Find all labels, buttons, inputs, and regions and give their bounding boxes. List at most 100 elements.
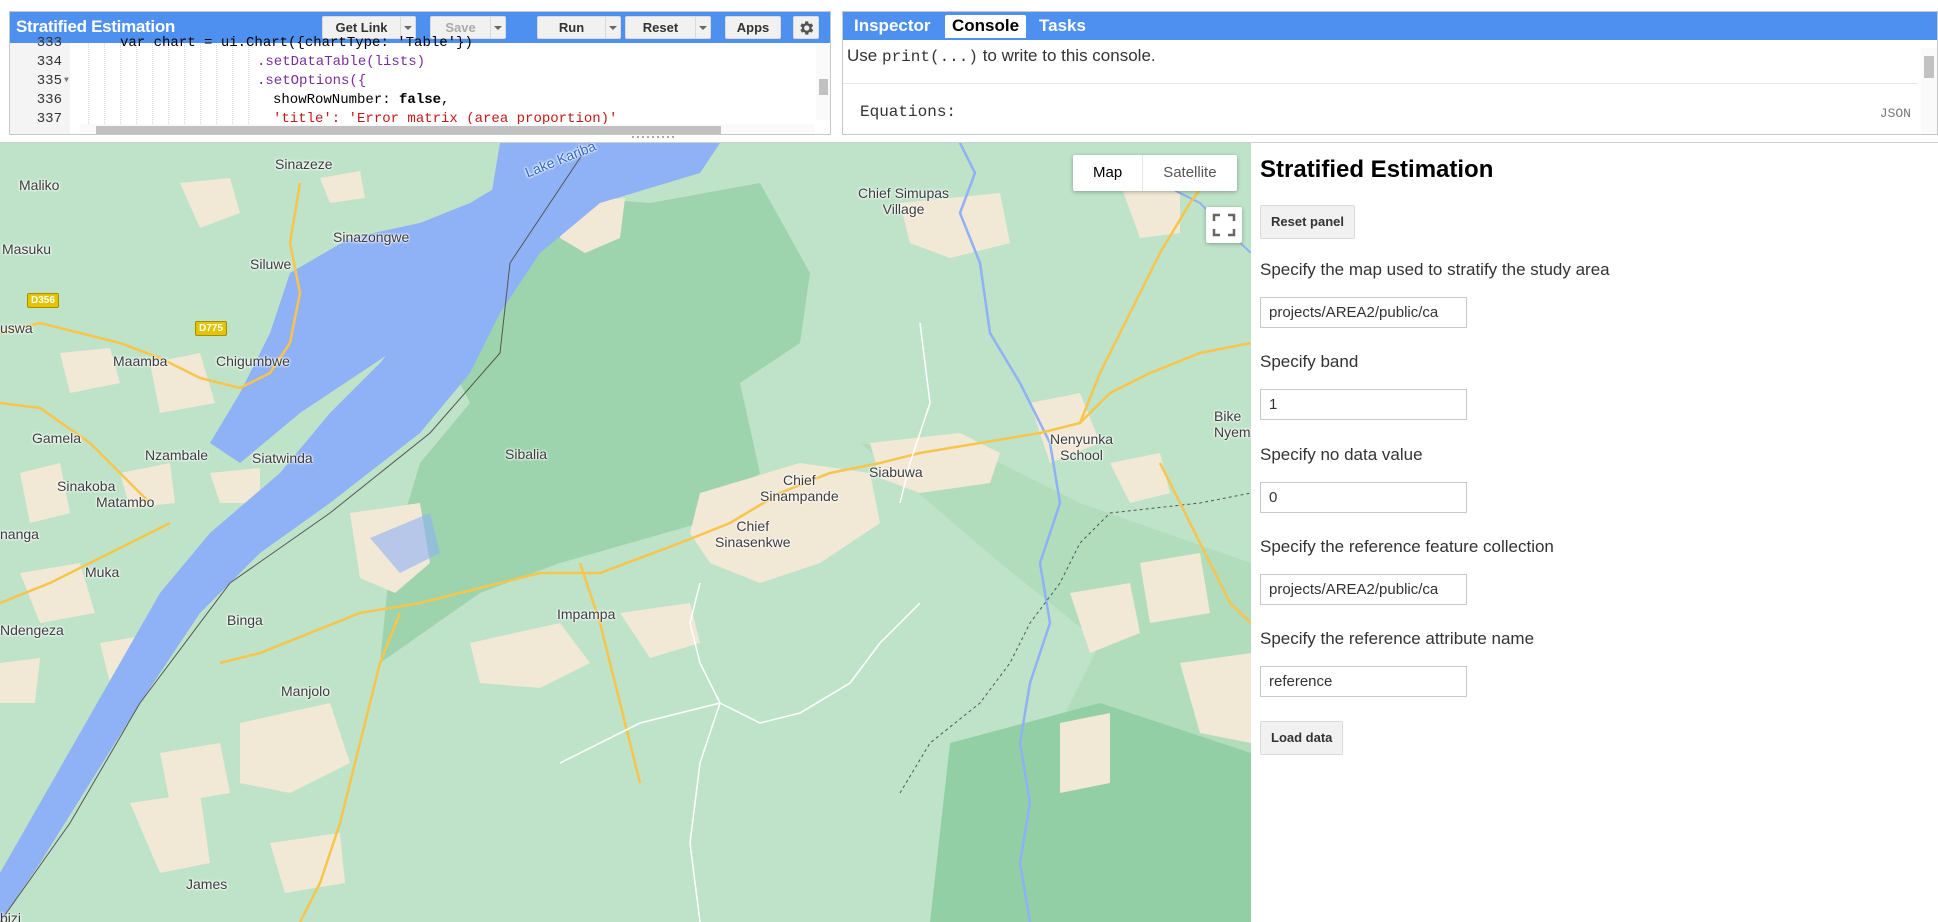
map-label: Siatwinda bbox=[252, 450, 313, 466]
map-label: Gamela bbox=[32, 430, 82, 446]
map-label-line: Village bbox=[882, 201, 925, 217]
indent-guide bbox=[120, 43, 121, 134]
map-label: nanga bbox=[0, 526, 39, 542]
code-line: .setDataTable(lists) bbox=[257, 54, 426, 70]
line-number: 333 bbox=[36, 35, 62, 51]
reset-panel-button[interactable]: Reset panel bbox=[1260, 205, 1355, 239]
save-label: Save bbox=[445, 20, 476, 35]
indent-guide bbox=[184, 43, 185, 134]
fullscreen-button[interactable] bbox=[1206, 207, 1242, 243]
map-label-multiline: Chief Sinasenkwe bbox=[715, 518, 791, 550]
save-dropdown-icon[interactable] bbox=[490, 17, 505, 38]
map-label: Siluwe bbox=[250, 256, 292, 272]
scrollbar-thumb[interactable] bbox=[96, 126, 721, 134]
tab-inspector[interactable]: Inspector bbox=[847, 15, 938, 38]
run-dropdown-icon[interactable] bbox=[605, 17, 620, 38]
load-data-button[interactable]: Load data bbox=[1260, 721, 1344, 755]
map-label-line: Chief bbox=[782, 472, 816, 488]
indent-guide bbox=[216, 43, 217, 134]
code-editor-panel: Stratified Estimation Get Link Save Run … bbox=[9, 11, 831, 135]
reset-button[interactable]: Reset bbox=[625, 16, 711, 39]
map-label: Matambo bbox=[96, 494, 155, 510]
map-label: Masuku bbox=[2, 241, 52, 257]
map-label-line: Sinasenkwe bbox=[715, 534, 791, 550]
console-scrollbar[interactable] bbox=[1921, 48, 1937, 134]
apps-button[interactable]: Apps bbox=[725, 16, 781, 39]
console-help-text: Use print(...) to write to this console. bbox=[847, 46, 1156, 66]
line-number: 336 bbox=[36, 92, 62, 108]
code-line: var chart = ui.Chart({chartType: 'Table'… bbox=[120, 35, 473, 51]
indent-guide bbox=[200, 43, 201, 134]
nodata-field-label: Specify no data value bbox=[1260, 445, 1423, 464]
map-label-multiline: Nenyunka School bbox=[1050, 431, 1113, 463]
map-label: Manjolo bbox=[281, 683, 331, 699]
reference-fc-field-label: Specify the reference feature collection bbox=[1260, 537, 1554, 556]
map-field-label: Specify the map used to stratify the stu… bbox=[1260, 260, 1610, 279]
script-title: Stratified Estimation bbox=[16, 17, 176, 36]
scrollbar-thumb[interactable] bbox=[819, 79, 828, 95]
map-label-multiline: Chief Simupas Village bbox=[858, 185, 949, 217]
reference-attr-field-label: Specify the reference attribute name bbox=[1260, 629, 1535, 648]
map-canvas[interactable]: Sinazeze Lake Kariba Maliko Sinazongwe M… bbox=[0, 143, 1251, 922]
map-tiles bbox=[0, 143, 1251, 922]
tab-console[interactable]: Console bbox=[945, 15, 1027, 38]
code-area[interactable]: 333 334 335 ▼ 336 337 var chart = ui.Cha… bbox=[10, 35, 830, 134]
console-panel: Inspector Console Tasks Use print(...) t… bbox=[842, 11, 1938, 135]
nodata-input[interactable] bbox=[1260, 482, 1467, 513]
map-label: uswa bbox=[0, 320, 33, 336]
reference-fc-input[interactable] bbox=[1260, 574, 1467, 605]
map-type-control: Map Satellite bbox=[1073, 155, 1237, 191]
top-bar-area: Stratified Estimation Get Link Save Run … bbox=[0, 0, 1938, 143]
reset-label: Reset bbox=[642, 20, 679, 35]
code-line: .setOptions({ bbox=[257, 73, 367, 89]
reference-attr-input[interactable] bbox=[1260, 666, 1467, 697]
map-label-line: School bbox=[1060, 447, 1103, 463]
indent-guide bbox=[168, 43, 169, 134]
divider bbox=[843, 83, 1918, 84]
code-token: , bbox=[441, 92, 450, 108]
road-shield: D775 bbox=[195, 321, 227, 336]
editor-horizontal-scrollbar[interactable] bbox=[80, 124, 815, 134]
indent-guide bbox=[136, 43, 137, 134]
equations-output[interactable]: Equations: bbox=[860, 103, 956, 121]
help-text-part: to write to this console. bbox=[977, 46, 1156, 65]
map-label-multiline: Chief Sinampande bbox=[760, 472, 839, 504]
band-field-label: Specify band bbox=[1260, 352, 1359, 371]
map-label: Sinazongwe bbox=[333, 229, 410, 245]
line-number: 335 bbox=[36, 73, 62, 89]
map-label: Siabuwa bbox=[869, 464, 923, 480]
map-label: Nzambale bbox=[145, 447, 209, 463]
band-input[interactable] bbox=[1260, 389, 1467, 420]
map-label-line: Sinampande bbox=[760, 488, 839, 504]
indent-guide bbox=[104, 43, 105, 134]
json-toggle[interactable]: JSON bbox=[1880, 106, 1911, 121]
indent-guide bbox=[248, 43, 249, 134]
map-label: Sinazeze bbox=[275, 156, 333, 172]
get-link-label: Get Link bbox=[335, 20, 388, 35]
map-type-map-button[interactable]: Map bbox=[1073, 155, 1142, 191]
reset-dropdown-icon[interactable] bbox=[695, 17, 710, 38]
run-button[interactable]: Run bbox=[537, 16, 621, 39]
settings-gear-icon[interactable] bbox=[793, 16, 819, 39]
help-text-part: Use bbox=[847, 46, 882, 65]
indent-guide bbox=[152, 43, 153, 134]
map-type-satellite-button[interactable]: Satellite bbox=[1142, 155, 1236, 191]
help-code: print(...) bbox=[881, 48, 978, 66]
road-shield: D356 bbox=[27, 293, 59, 308]
fold-arrow-icon[interactable]: ▼ bbox=[64, 76, 70, 85]
scrollbar-thumb[interactable] bbox=[1924, 56, 1934, 78]
code-token: showRowNumber: bbox=[273, 92, 400, 108]
editor-vertical-scrollbar[interactable] bbox=[816, 43, 830, 120]
map-label-multiline: Bike Nyem bbox=[1214, 408, 1251, 440]
map-label-line: Bike bbox=[1214, 408, 1242, 424]
map-label: Sibalia bbox=[505, 446, 548, 462]
tab-tasks[interactable]: Tasks bbox=[1032, 15, 1093, 38]
map-label: Maamba bbox=[113, 353, 168, 369]
panel-title: Stratified Estimation bbox=[1260, 156, 1494, 183]
code-line: showRowNumber: false, bbox=[273, 92, 449, 108]
map-label: Ndengeza bbox=[0, 622, 64, 638]
stratify-map-input[interactable] bbox=[1260, 297, 1467, 328]
gear-icon bbox=[800, 20, 814, 35]
indent-guide bbox=[232, 43, 233, 134]
map-label: Sinakoba bbox=[57, 478, 116, 494]
